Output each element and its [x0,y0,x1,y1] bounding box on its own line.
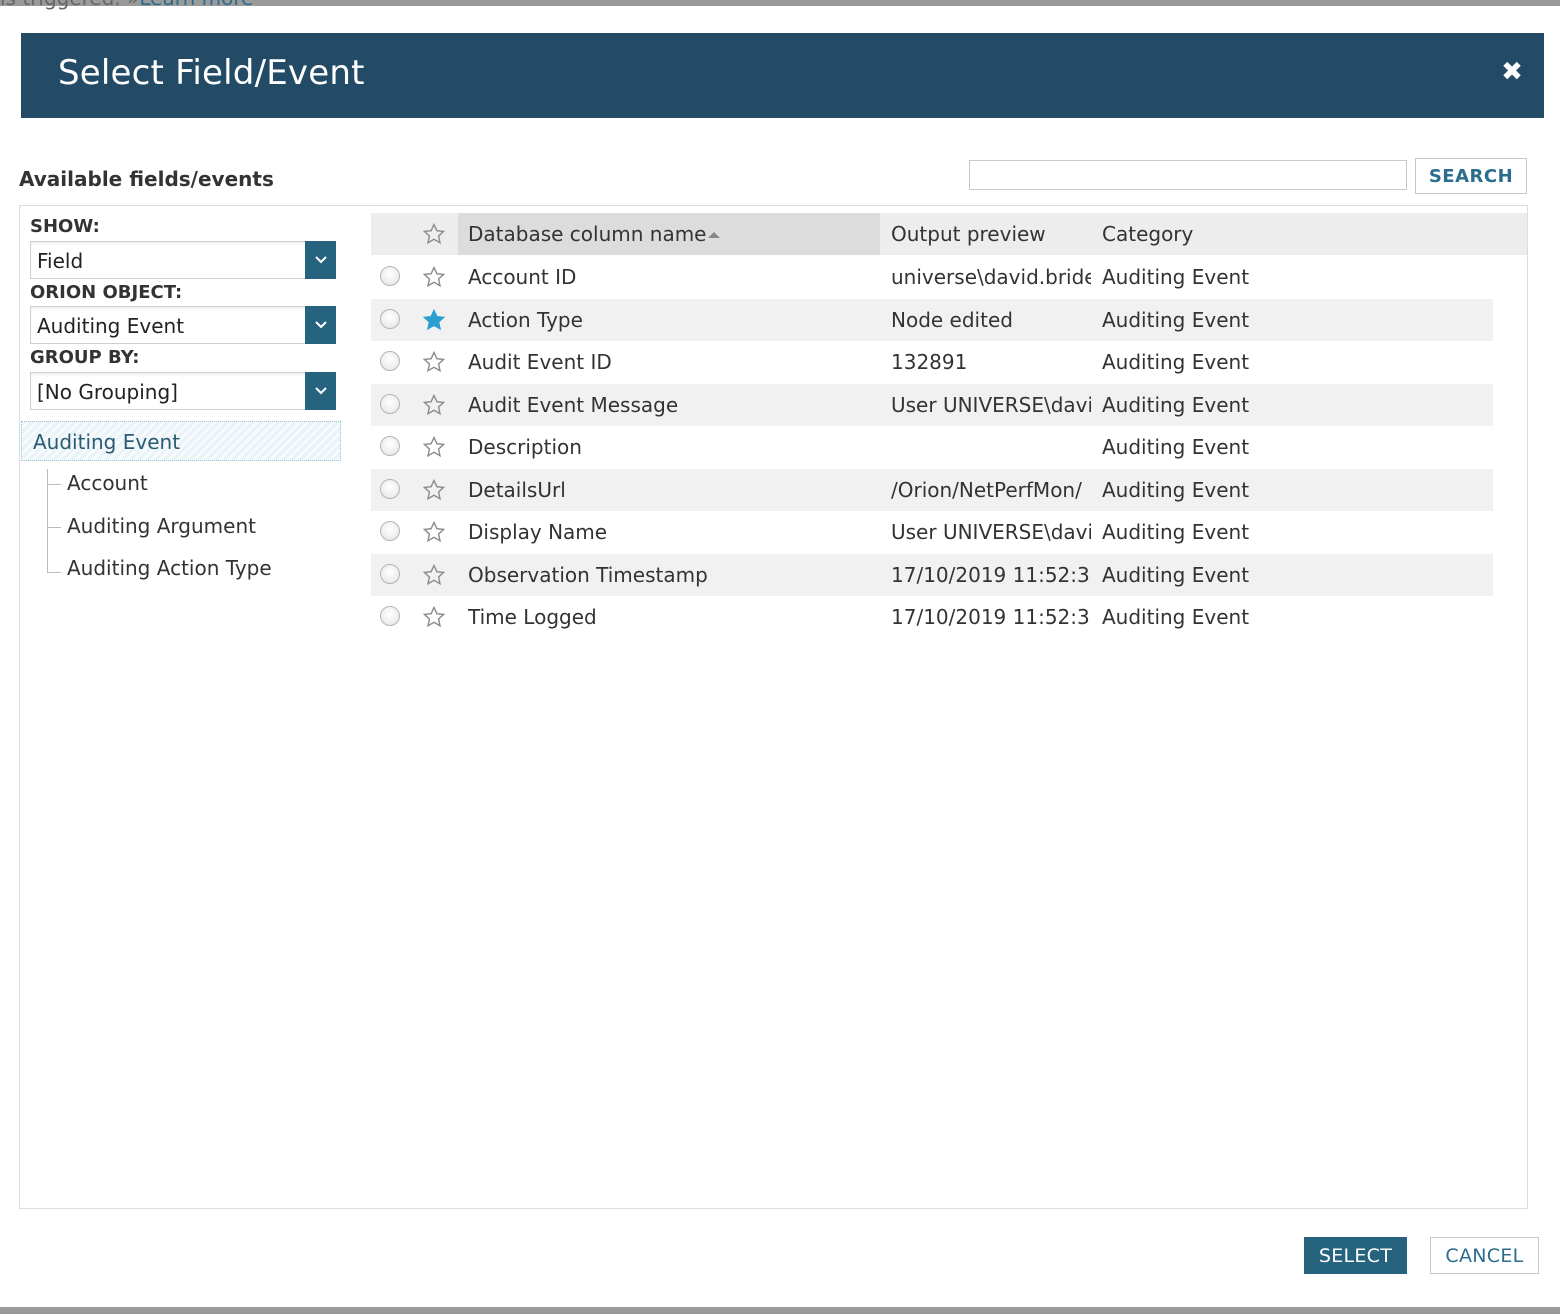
favorite-star-icon[interactable] [422,350,446,374]
tree-item-auditing-argument[interactable]: Auditing Argument [67,514,256,538]
cancel-button[interactable]: CANCEL [1430,1237,1539,1274]
table-row[interactable]: Time Logged 17/10/2019 11:52:31 Auditing E… [371,596,1493,638]
available-fields-label: Available fields/events [19,167,274,191]
column-header-preview[interactable]: Output preview [891,222,1046,246]
select-button[interactable]: SELECT [1304,1237,1407,1274]
row-radio-button[interactable] [380,436,400,456]
tree-connector [47,572,61,573]
cell-output-preview: 17/10/2019 11:52:31 [891,562,1091,587]
cell-column-name: Audit Event ID [468,350,612,374]
cell-category: Auditing Event [1102,435,1250,459]
cell-output-preview: User UNIVERSE\davi [891,520,1091,544]
column-header-category[interactable]: Category [1102,222,1193,246]
cell-column-name: Account ID [468,265,577,289]
favorite-star-icon[interactable] [422,393,446,417]
favorite-star-filled-icon[interactable] [422,308,446,332]
cell-output-preview: 17/10/2019 11:52:31 [891,605,1091,629]
dialog-title: Select Field/Event [58,53,365,93]
cell-category: Auditing Event [1102,477,1250,502]
cell-category: Auditing Event [1102,392,1250,417]
table-row[interactable]: Description Auditing Event [371,426,1493,468]
cell-category: Auditing Event [1102,265,1250,289]
chevron-down-icon[interactable] [305,306,336,344]
column-header-name[interactable]: Database column name [468,222,707,246]
favorite-star-icon[interactable] [422,265,446,289]
table-row[interactable]: Account ID universe\david.bride Auditing E… [371,256,1493,298]
favorite-star-icon[interactable] [422,563,446,587]
cell-column-name: Audit Event Message [468,392,679,417]
tree-item-account[interactable]: Account [67,471,148,495]
select-field-dialog-page: is triggered. »Learn more Select Field/E… [0,0,1560,1314]
tree-item-auditing-action-type[interactable]: Auditing Action Type [67,556,272,580]
cell-output-preview: Node edited [891,307,1013,332]
row-radio-button[interactable] [380,308,400,329]
table-row[interactable]: Audit Event ID 132891 Auditing Event [371,341,1493,383]
cell-output-preview: /Orion/NetPerfMon/ [891,477,1082,502]
tree-connector [47,527,61,528]
background-text: is triggered. »Learn more [0,0,253,10]
table-row[interactable]: Action Type Node edited Auditing Event [371,298,1493,341]
cell-column-name: DetailsUrl [468,477,566,502]
background-page-edge: is triggered. »Learn more [0,0,1560,10]
cell-output-preview: universe\david.bride [891,265,1091,289]
chevron-down-icon[interactable] [305,241,336,279]
table-row[interactable]: Observation Timestamp 17/10/2019 11:52:31… [371,553,1493,596]
row-radio-button[interactable] [380,478,400,499]
row-radio-button[interactable] [380,393,400,414]
row-radio-button[interactable] [380,266,400,286]
favorite-star-icon[interactable] [422,605,446,629]
cell-column-name: Time Logged [468,605,597,629]
row-radio-button[interactable] [380,351,400,371]
cell-category: Auditing Event [1102,605,1250,629]
orion-object-label: ORION OBJECT: [30,282,183,303]
cell-column-name: Action Type [468,307,583,332]
table-row[interactable]: Audit Event Message User UNIVERSE\davi Aud… [371,383,1493,426]
show-select-value: Field [37,249,84,273]
row-radio-button[interactable] [380,521,400,541]
tree-root-label: Auditing Event [33,430,181,454]
background-text-prefix: is triggered. » [0,0,139,10]
cell-output-preview: 132891 [891,350,968,374]
favorite-star-icon[interactable] [422,478,446,502]
group-by-select[interactable]: [No Grouping] [30,372,336,410]
cell-column-name: Observation Timestamp [468,562,708,587]
favorite-star-icon[interactable] [422,435,446,459]
cell-column-name: Display Name [468,520,608,544]
group-by-label: GROUP BY: [30,347,140,368]
table-row[interactable]: DetailsUrl/Orion/NetPerfMon/Auditing Eve… [371,468,1493,511]
tree-connector [47,484,61,485]
row-radio-button[interactable] [380,563,400,584]
cell-category: Auditing Event [1102,562,1250,587]
orion-object-select-value: Auditing Event [37,314,185,338]
row-radio-button[interactable] [380,606,400,626]
search-input[interactable] [969,160,1407,190]
search-button[interactable]: SEARCH [1415,158,1527,194]
tree-item-auditing-event[interactable]: Auditing Event [21,421,341,461]
cell-column-name: Description [468,435,582,459]
cell-category: Auditing Event [1102,350,1250,374]
learn-more-link[interactable]: Learn more [139,0,253,10]
cell-category: Auditing Event [1102,307,1250,332]
favorite-star-icon[interactable] [422,520,446,544]
table-row[interactable]: Display Name User UNIVERSE\davi Auditing E… [371,511,1493,553]
orion-object-select[interactable]: Auditing Event [30,306,336,344]
sort-ascending-icon[interactable] [707,231,721,239]
close-icon[interactable]: ✖ [1500,59,1524,85]
dialog-header: Select Field/Event ✖ [21,33,1544,118]
background-page-edge [0,1307,1560,1314]
cell-category: Auditing Event [1102,520,1250,544]
cell-output-preview: User UNIVERSE\davi [891,392,1091,417]
show-label: SHOW: [30,216,100,237]
group-by-select-value: [No Grouping] [37,380,178,404]
grid-header: Database column name Output preview Cate… [371,213,1527,255]
chevron-down-icon[interactable] [305,372,336,410]
show-select[interactable]: Field [30,241,336,279]
favorite-column-star-icon[interactable] [422,222,446,246]
